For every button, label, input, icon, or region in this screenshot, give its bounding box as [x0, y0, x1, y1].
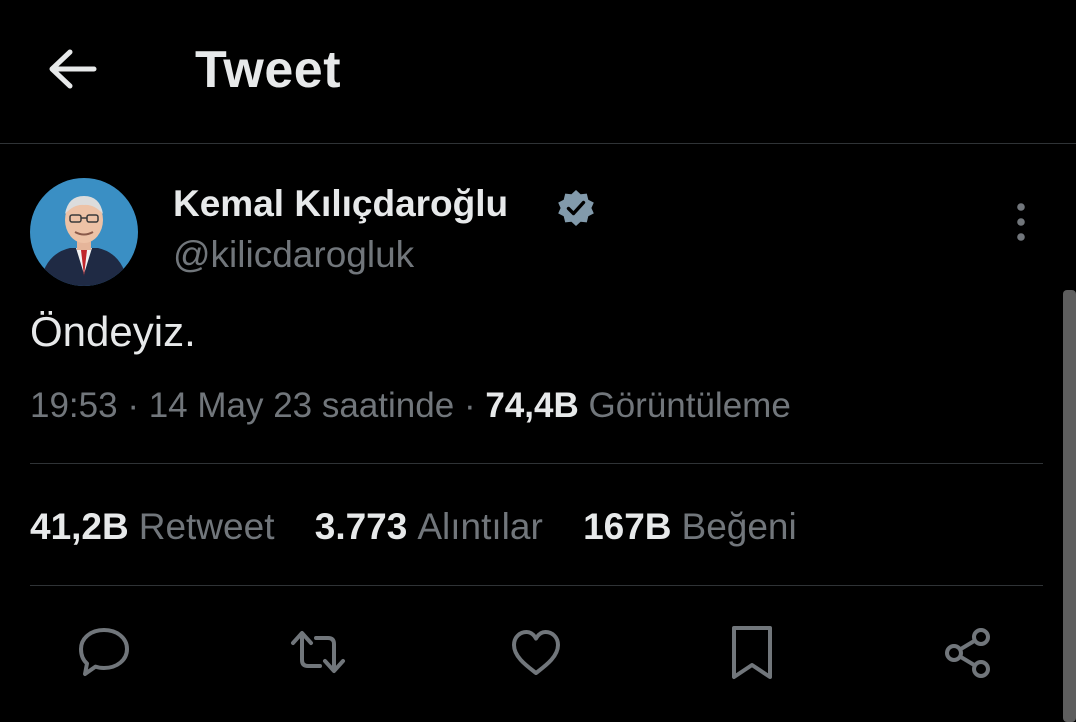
heart-icon [512, 630, 560, 675]
retweets-stat[interactable]: 41,2B Retweet [30, 506, 274, 548]
divider [30, 463, 1043, 464]
likes-stat[interactable]: 167B Beğeni [583, 506, 797, 548]
views-count: 74,4B [485, 386, 579, 425]
more-vertical-icon [1017, 203, 1025, 241]
divider [30, 585, 1043, 586]
author-handle[interactable]: @kilicdarogluk [173, 234, 414, 276]
reply-icon [79, 628, 129, 676]
arrow-left-icon [49, 49, 97, 89]
bookmark-icon [732, 626, 772, 679]
verified-badge-icon [556, 188, 596, 228]
page-title: Tweet [195, 41, 342, 99]
top-bar: Tweet [0, 0, 1076, 144]
like-button[interactable] [508, 624, 564, 682]
views-label: Görüntüleme [588, 386, 791, 425]
avatar[interactable] [30, 178, 138, 286]
likes-label: Beğeni [681, 506, 797, 547]
back-button[interactable] [46, 44, 100, 94]
tweet-meta: 19:53 · 14 May 23 saatinde · 74,4B Görün… [30, 386, 791, 426]
share-icon [945, 628, 990, 678]
retweet-icon [291, 631, 345, 673]
quotes-count: 3.773 [314, 506, 408, 547]
retweets-count: 41,2B [30, 506, 129, 547]
meta-separator: · [463, 386, 476, 425]
quotes-stat[interactable]: 3.773 Alıntılar [315, 506, 543, 548]
retweets-label: Retweet [138, 506, 275, 547]
engagement-stats: 41,2B Retweet 3.773 Alıntılar 167B Beğeni [30, 506, 827, 548]
more-options-button[interactable] [1000, 198, 1042, 246]
author-name[interactable]: Kemal Kılıçdaroğlu [173, 183, 508, 225]
tweet-text: Öndeyiz. [30, 308, 196, 355]
share-button[interactable] [940, 624, 996, 682]
tweet-time[interactable]: 19:53 [30, 386, 118, 425]
meta-separator: · [127, 386, 139, 425]
retweet-button[interactable] [290, 624, 346, 682]
reply-button[interactable] [76, 624, 132, 682]
avatar-image [30, 178, 138, 286]
quotes-label: Alıntılar [417, 506, 543, 547]
likes-count: 167B [583, 506, 672, 547]
scrollbar[interactable] [1063, 290, 1076, 722]
bookmark-button[interactable] [724, 624, 780, 682]
tweet-date[interactable]: 14 May 23 saatinde [149, 386, 454, 425]
